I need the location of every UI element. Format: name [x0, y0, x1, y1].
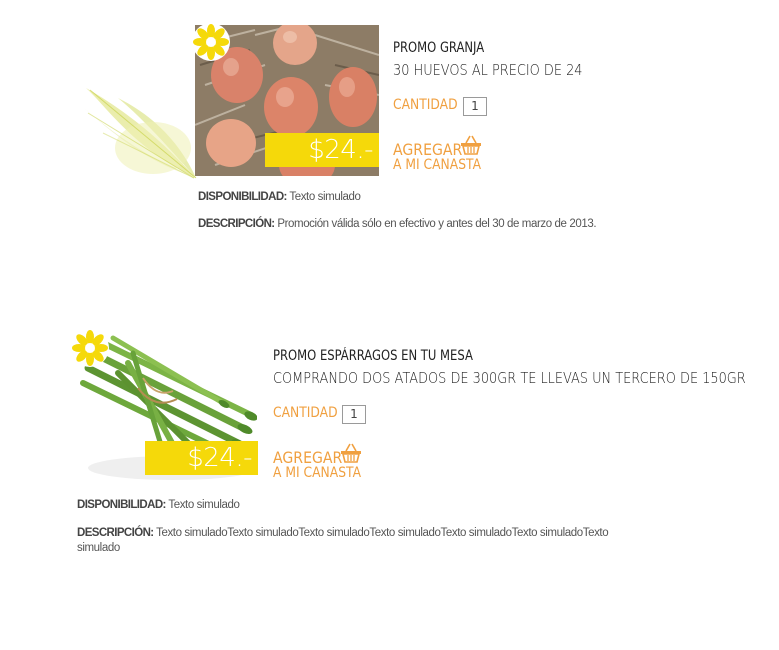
add-to-cart-sublabel: A MI CANASTA — [393, 157, 482, 173]
product-title: PROMO ESPÁRRAGOS EN TU MESA — [273, 348, 473, 364]
description-row: DESCRIPCIÓN: Promoción válida sólo en ef… — [198, 218, 597, 230]
basket-icon — [461, 135, 481, 155]
product-card-asparagus: $24.- PROMO ESPÁRRAGOS EN TU MESA COMPRA… — [0, 300, 779, 600]
description-value: Promoción válida sólo en efectivo y ante… — [277, 218, 597, 230]
price-tag: $24.- — [145, 441, 258, 475]
availability-label: DISPONIBILIDAD: — [77, 499, 166, 511]
quantity-label: CANTIDAD — [273, 405, 338, 421]
flower-badge-icon — [192, 23, 230, 61]
price-tag: $24.- — [265, 133, 379, 167]
quantity-input[interactable]: 1 — [342, 405, 366, 424]
add-to-cart-button[interactable]: AGREGAR A MI CANASTA — [393, 135, 493, 177]
basket-icon — [341, 443, 361, 463]
add-to-cart-sublabel: A MI CANASTA — [273, 465, 362, 481]
leaf-decoration-icon — [84, 88, 197, 179]
product-card-eggs: $24.- PROMO GRANJA 30 HUEVOS AL PRECIO D… — [0, 0, 779, 260]
availability-value: Texto simulado — [289, 191, 361, 203]
description-value: Texto simuladoTexto simuladoTexto simula… — [77, 527, 609, 554]
description-label: DESCRIPCIÓN: — [77, 527, 154, 539]
description-label: DESCRIPCIÓN: — [198, 218, 275, 230]
flower-badge-icon — [71, 329, 109, 367]
quantity-input[interactable]: 1 — [463, 97, 487, 116]
availability-row: DISPONIBILIDAD: Texto simulado — [77, 499, 240, 511]
availability-value: Texto simulado — [168, 499, 240, 511]
availability-row: DISPONIBILIDAD: Texto simulado — [198, 191, 361, 203]
product-subtitle: COMPRANDO DOS ATADOS DE 300GR TE LLEVAS … — [273, 369, 746, 387]
product-title: PROMO GRANJA — [393, 40, 485, 56]
product-subtitle: 30 HUEVOS AL PRECIO DE 24 — [393, 61, 583, 79]
quantity-label: CANTIDAD — [393, 97, 458, 113]
add-to-cart-button[interactable]: AGREGAR A MI CANASTA — [273, 443, 373, 485]
description-row: DESCRIPCIÓN: Texto simuladoTexto simulad… — [77, 526, 652, 556]
availability-label: DISPONIBILIDAD: — [198, 191, 287, 203]
